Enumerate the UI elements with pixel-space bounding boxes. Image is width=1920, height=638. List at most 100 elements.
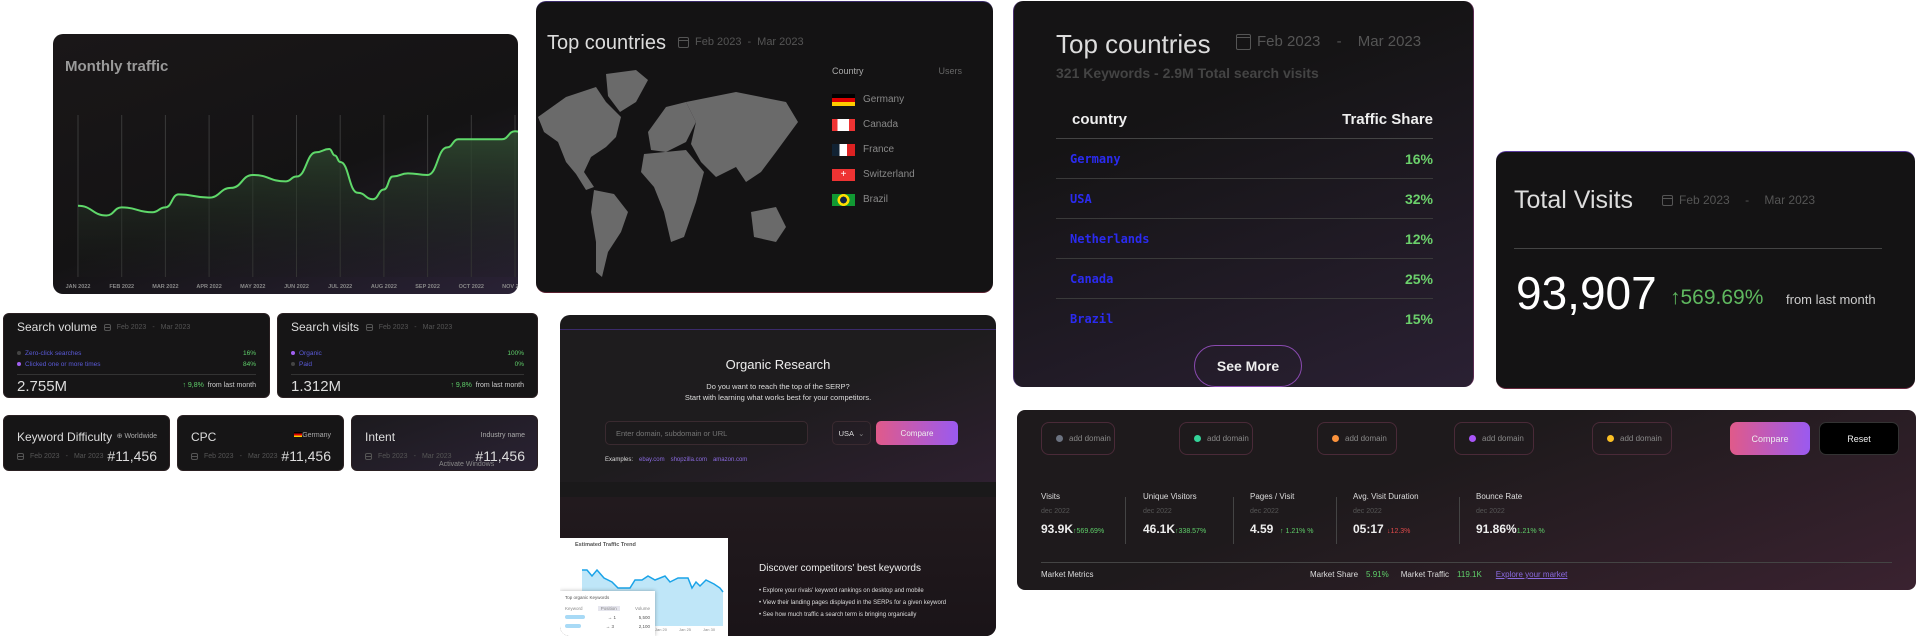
calendar-icon (191, 453, 198, 460)
preview-screenshot: Estimated Traffic Trend Jan 20 Jan 25 Jan … (560, 538, 728, 636)
metric-value: 93.9K (1041, 522, 1074, 536)
dot-icon (291, 351, 295, 356)
compare-button[interactable]: Compare (1730, 422, 1810, 455)
x-tick-label: OCT 2022 (459, 284, 484, 290)
country-link[interactable]: Germany (1056, 138, 1232, 179)
domain-input[interactable] (605, 421, 808, 445)
market-share-label: Market Share (1310, 570, 1359, 579)
legend-item[interactable]: Canada (832, 112, 962, 137)
divider (1233, 497, 1234, 544)
example-link[interactable]: ebay.com (639, 457, 665, 463)
date-to: Mar 2023 (757, 36, 804, 48)
market-metrics-label: Market Metrics (1041, 570, 1094, 579)
orange-dot-icon (1332, 435, 1339, 442)
list-item: Zero-click searches 16% (17, 350, 256, 357)
change-percent: ↑569.69% (1670, 286, 1764, 309)
country-link[interactable]: Brazil (1056, 299, 1232, 339)
placeholder: add domain (1345, 434, 1387, 443)
date-sep: - (65, 453, 68, 460)
examples: Examples: ebay.com shopzilla.com amazon.com (605, 457, 747, 463)
date-to: Mar 2023 (1764, 193, 1816, 207)
date-to: Mar 2023 (247, 453, 278, 460)
date-range[interactable]: Feb 2023- Mar 2023 (678, 36, 804, 48)
date-range[interactable]: Feb 2023- Mar 2023 (17, 453, 104, 460)
list-item: Organic 100% (291, 350, 524, 357)
col: Keyword (565, 606, 583, 611)
divider (1336, 497, 1337, 544)
date-range[interactable]: Feb 2023- Mar 2023 (365, 453, 452, 460)
column-header-traffic-share: Traffic Share (1231, 101, 1433, 139)
date-range[interactable]: Feb 2023- Mar 2023 (191, 453, 278, 460)
country-link[interactable]: USA (1056, 178, 1232, 219)
traffic-share: 25% (1231, 258, 1433, 299)
date-sep: - (239, 453, 242, 460)
bullet-text: See how much traffic a search term is br… (762, 612, 917, 618)
see-more-button[interactable]: See More (1194, 345, 1302, 387)
discover-title: Discover competitors' best keywords (759, 563, 921, 574)
metric-title: Avg. Visit Duration (1353, 492, 1419, 501)
domain-input-4[interactable]: add domain (1454, 422, 1534, 455)
activate-windows-watermark: Activate Windows (439, 461, 495, 468)
table-row: Netherlands 12% (1056, 218, 1433, 259)
calendar-icon (678, 36, 689, 48)
map-south-america (591, 190, 628, 277)
example-link[interactable]: shopzilla.com (671, 457, 707, 463)
panel-title: Organic Research (725, 357, 831, 372)
card-title: Search volume Feb 2023- Mar 2023 (17, 320, 190, 334)
column-country: Country (832, 66, 864, 76)
dot-icon (291, 362, 295, 367)
purple-dot-icon (1469, 435, 1476, 442)
domain-input-1[interactable]: add domain (1041, 422, 1115, 455)
legend-item[interactable]: + Switzerland (832, 162, 962, 187)
date-from: Feb 2023 (1679, 193, 1730, 207)
explore-market-link[interactable]: Explore your market (1496, 570, 1568, 579)
title-text: Search visits (291, 320, 360, 334)
metric-value: 05:17 (1353, 522, 1384, 536)
traffic-share: 12% (1231, 218, 1433, 259)
date-from: Feb 2023 (378, 453, 408, 460)
date-range[interactable]: Feb 2023 - Mar 2023 (1236, 33, 1421, 50)
metric-change: ↑569.69% (1073, 528, 1105, 535)
placeholder: add domain (1207, 434, 1249, 443)
preview-row: → 3 2,100 (560, 622, 655, 631)
date-from: Feb 2023 (1257, 33, 1321, 50)
change-row: ↑ 9,8% from last month (450, 382, 524, 389)
col: Position (597, 606, 620, 611)
date-range[interactable]: Feb 2023- Mar 2023 (365, 324, 452, 331)
legend-item[interactable]: Brazil (832, 187, 962, 212)
panel-title: Total Visits (1514, 186, 1634, 214)
volume: 2,100 (638, 624, 650, 629)
country-link[interactable]: Canada (1056, 258, 1232, 299)
germany-flag-icon (294, 432, 303, 437)
position: 3 (611, 624, 614, 629)
metric-title: Unique Visitors (1143, 492, 1197, 501)
card-title: Search visits Feb 2023- Mar 2023 (291, 320, 452, 334)
card-title: CPC (191, 430, 217, 444)
domain-input-2[interactable]: add domain (1179, 422, 1253, 455)
legend-item[interactable]: France (832, 137, 962, 162)
metric-value: 4.59 (1250, 522, 1274, 536)
volume: 5,500 (638, 615, 650, 620)
list-item: • See how much traffic a search term is … (759, 612, 917, 618)
row-label: Organic (299, 350, 322, 357)
date-range[interactable]: Feb 2023 - Mar 2023 (1662, 193, 1815, 207)
date-range[interactable]: Feb 2023- Mar 2023 (103, 324, 190, 331)
example-link[interactable]: amazon.com (713, 457, 747, 463)
reset-button[interactable]: Reset (1819, 422, 1899, 455)
map-asia (686, 92, 798, 182)
top-countries-table-panel: Top countries Feb 2023 - Mar 2023 321 Ke… (1013, 1, 1474, 387)
date-from: Feb 2023 (695, 36, 742, 48)
domain-input-5[interactable]: add domain (1592, 422, 1672, 455)
preview-ticks: Jan 20 Jan 25 Jan 30 (655, 627, 715, 632)
legend-item[interactable]: Germany (832, 87, 962, 112)
country-select[interactable]: USA ⌄ (832, 421, 871, 445)
change-caption: from last month (475, 382, 524, 389)
domain-input-3[interactable]: add domain (1317, 422, 1397, 455)
title-text: Search volume (17, 320, 98, 334)
total-visits-value: 93,907 (1516, 267, 1657, 319)
tick-label: Jan 25 (679, 627, 692, 632)
keyword-difficulty-card: Keyword Difficulty ⊕ Worldwide Feb 2023-… (3, 415, 170, 471)
country-link[interactable]: Netherlands (1056, 218, 1232, 259)
row-value: 84% (242, 361, 256, 368)
compare-button[interactable]: Compare (876, 421, 958, 445)
